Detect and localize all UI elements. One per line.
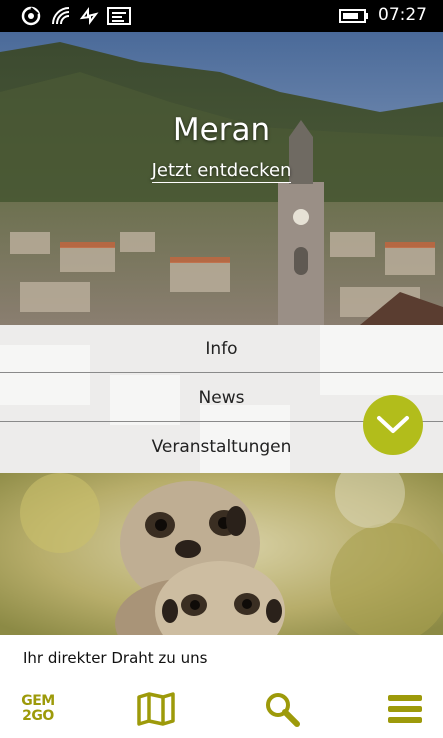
menu-item-info[interactable]: Info [0, 325, 443, 373]
discover-link[interactable]: Jetzt entdecken [151, 160, 292, 183]
status-bar: 07:27 [0, 0, 443, 32]
map-icon [137, 692, 175, 726]
logo-line-2: 2GO [22, 708, 54, 724]
map-button[interactable] [134, 689, 178, 729]
menu-button[interactable] [384, 689, 426, 729]
chevron-down-icon [377, 416, 409, 433]
discover-link-wrap: Jetzt entdecken [0, 160, 443, 183]
bottom-panel: Ihr direkter Draht zu uns GEM 2GO [0, 635, 443, 738]
contact-label[interactable]: Ihr direkter Draht zu uns [23, 649, 207, 667]
hero-banner[interactable]: Meran Jetzt entdecken [0, 32, 443, 325]
nfc-icon [78, 6, 100, 26]
clock: 07:27 [378, 5, 427, 25]
message-icon [106, 6, 132, 26]
wifi-icon [50, 6, 72, 26]
city-title: Meran [172, 112, 271, 148]
gem2go-logo: GEM 2GO [21, 694, 55, 724]
sync-icon [20, 6, 42, 26]
battery-icon [338, 6, 370, 26]
meerkat-photo[interactable] [0, 473, 443, 635]
menu-icon [388, 695, 422, 723]
expand-button[interactable] [363, 395, 423, 455]
search-icon [266, 693, 300, 727]
search-button[interactable] [262, 689, 302, 729]
gem2go-logo-button[interactable]: GEM 2GO [18, 689, 58, 729]
logo-line-1: GEM [21, 693, 55, 709]
main-menu: Info News Veranstaltungen [0, 325, 443, 473]
